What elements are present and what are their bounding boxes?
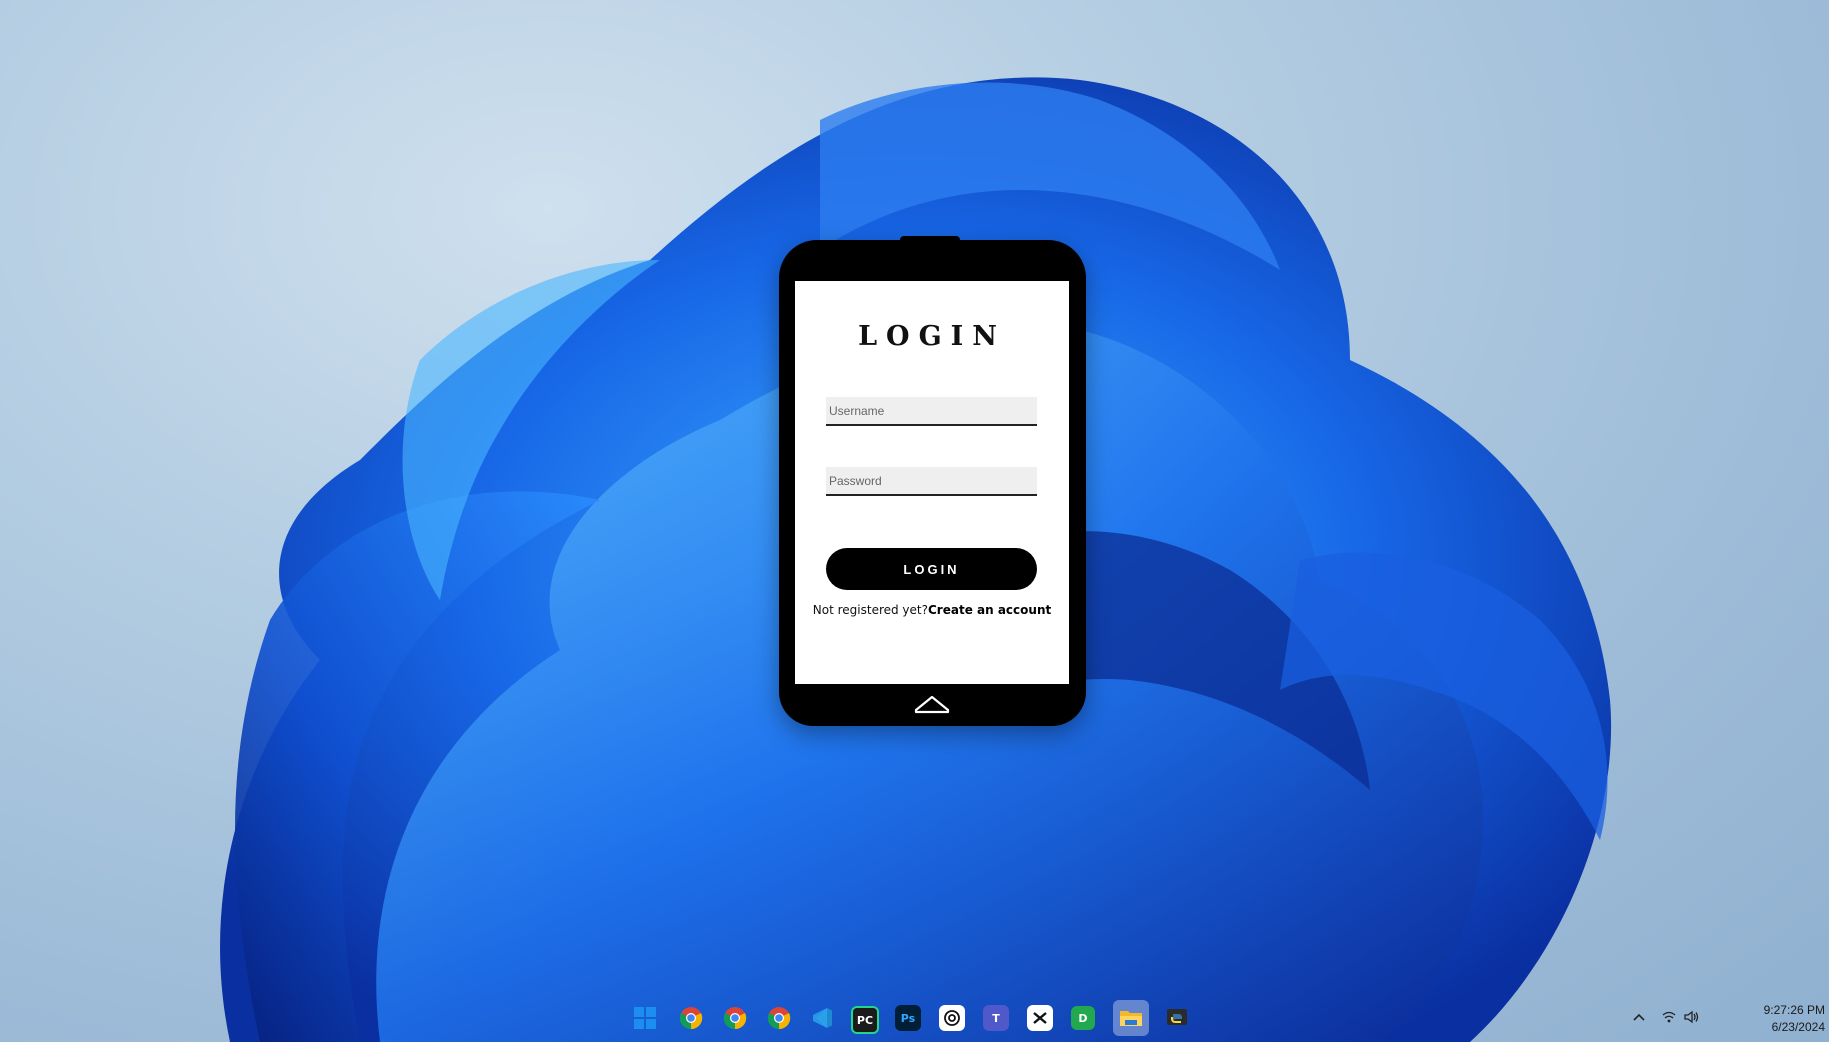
register-line: Not registered yet?Create an account: [795, 603, 1069, 617]
password-input[interactable]: [826, 467, 1037, 496]
clock-time: 9:27:26 PM: [1763, 1003, 1825, 1017]
volume-icon[interactable]: [1683, 1010, 1699, 1026]
vscode-icon[interactable]: [807, 1003, 837, 1033]
teams-icon[interactable]: T: [983, 1005, 1009, 1031]
photoshop-icon[interactable]: Ps: [895, 1005, 921, 1031]
file-explorer-icon[interactable]: [1113, 1000, 1149, 1036]
windows-start-icon[interactable]: [630, 1003, 660, 1033]
create-account-link[interactable]: Create an account: [928, 603, 1051, 617]
page-title: LOGIN: [858, 321, 1006, 352]
phone-notch: [900, 236, 960, 246]
chrome-icon[interactable]: [676, 1003, 706, 1033]
pycharm-icon[interactable]: PC: [851, 1006, 879, 1034]
register-prompt: Not registered yet?: [812, 603, 928, 617]
chrome-icon[interactable]: [720, 1003, 750, 1033]
username-input[interactable]: [826, 397, 1037, 426]
wifi-icon[interactable]: [1661, 1010, 1677, 1026]
chatgpt-icon[interactable]: [939, 1005, 965, 1031]
login-screen: LOGIN LOGIN Not registered yet?Create an…: [795, 281, 1069, 684]
app-d-icon[interactable]: D: [1071, 1006, 1095, 1030]
capcut-icon[interactable]: [1027, 1005, 1053, 1031]
login-button[interactable]: LOGIN: [826, 548, 1037, 590]
phone-mockup: LOGIN LOGIN Not registered yet?Create an…: [779, 236, 1086, 726]
system-tray: 9:27:26 PM 6/23/2024: [1589, 994, 1829, 1042]
clock-date: 6/23/2024: [1771, 1020, 1825, 1034]
home-icon[interactable]: [913, 692, 951, 714]
taskbar: PC Ps T D 9:27:26 PM 6/23/2024: [0, 994, 1829, 1042]
python-icon[interactable]: [1162, 1003, 1192, 1033]
chrome-icon[interactable]: [764, 1003, 794, 1033]
chevron-up-icon[interactable]: [1631, 1010, 1647, 1026]
clock[interactable]: 9:27:26 PM 6/23/2024: [1764, 1002, 1825, 1036]
